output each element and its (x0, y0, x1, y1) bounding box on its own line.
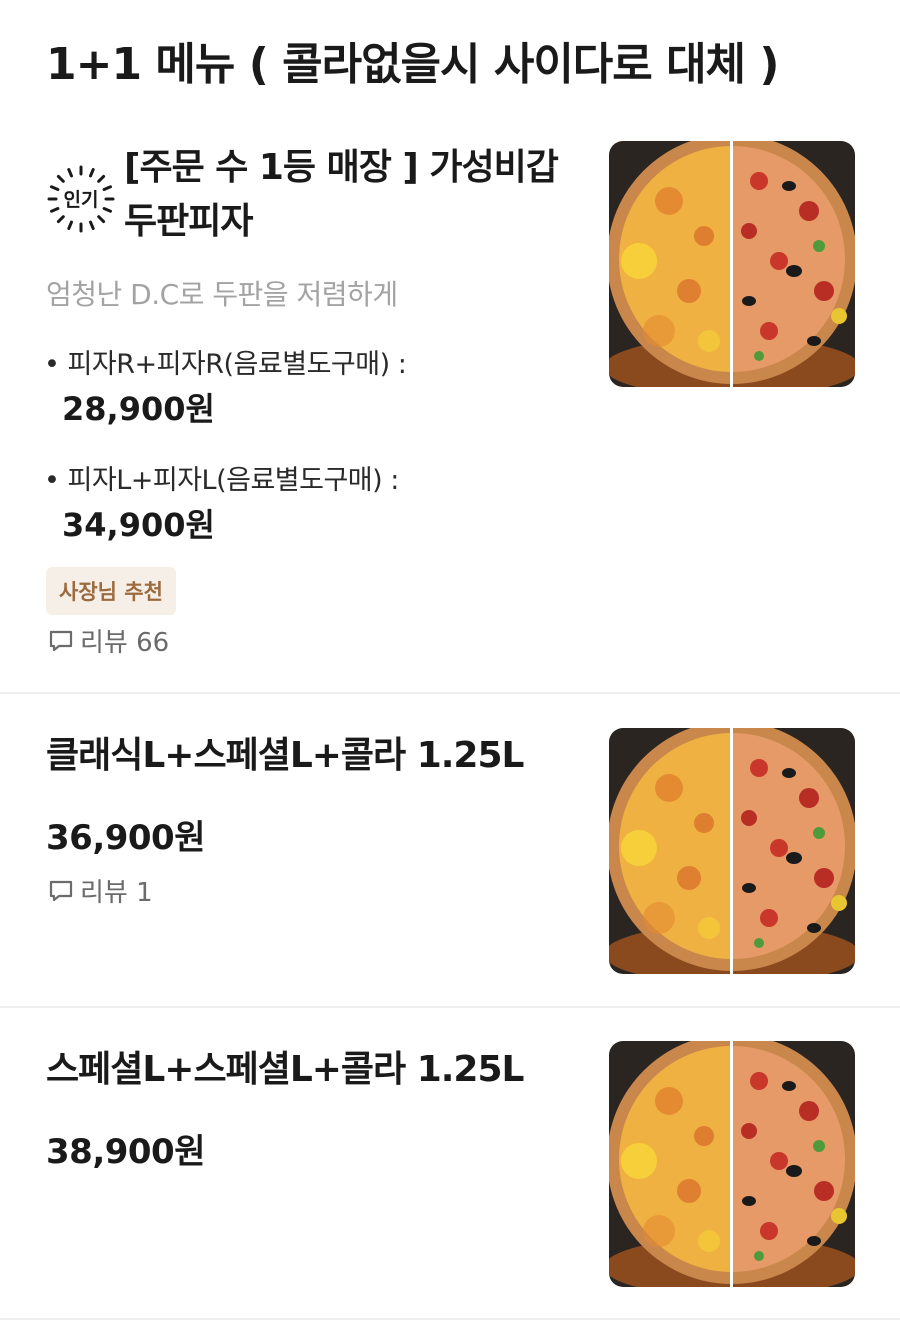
comment-icon (49, 880, 73, 901)
menu-item[interactable]: 스페셜L+스페셜L+콜라 1.25L 38,900원 (0, 1008, 900, 1320)
item-price: 36,900원 (46, 818, 205, 858)
menu-item[interactable]: 인기 [주문 수 1등 매장 ] 가성비갑 두판피자 엄청난 D.C로 두판을 … (0, 118, 900, 692)
option-price: 28,900원 (62, 390, 215, 428)
review-label: 리뷰 1 (80, 878, 153, 908)
popular-badge-label: 인기 (64, 189, 99, 211)
pizza-photo[interactable] (609, 1041, 855, 1287)
comment-icon (49, 630, 73, 651)
item-description: 엄청난 D.C로 두판을 저렴하게 (46, 278, 398, 311)
popular-badge-icon: 인기 (47, 165, 115, 233)
item-name-line2: 두판피자 (124, 201, 253, 242)
review-label: 리뷰 66 (80, 628, 170, 658)
pizza-photo[interactable] (609, 141, 855, 387)
item-name: 스페셜L+스페셜L+콜라 1.25L (46, 1049, 524, 1090)
option-price: 34,900원 (62, 506, 215, 544)
item-name: 클래식L+스페셜L+콜라 1.25L (46, 735, 524, 776)
option-label: • 피자L+피자L(음료별도구매) : (44, 465, 399, 496)
review-count: 리뷰 1 (48, 872, 153, 909)
review-count: 리뷰 66 (48, 622, 169, 659)
owner-recommend-tag: 사장님 추천 (46, 567, 176, 615)
item-name: [주문 수 1등 매장 ] 가성비갑 (124, 147, 559, 188)
menu-item[interactable]: 클래식L+스페셜L+콜라 1.25L 36,900원 리뷰 1 (0, 694, 900, 1006)
pizza-photo[interactable] (609, 728, 855, 974)
section-title: 1+1 메뉴 ( 콜라없을시 사이다로 대체 ) (46, 39, 779, 90)
item-price: 38,900원 (46, 1132, 205, 1172)
option-label: • 피자R+피자R(음료별도구매) : (44, 349, 407, 380)
